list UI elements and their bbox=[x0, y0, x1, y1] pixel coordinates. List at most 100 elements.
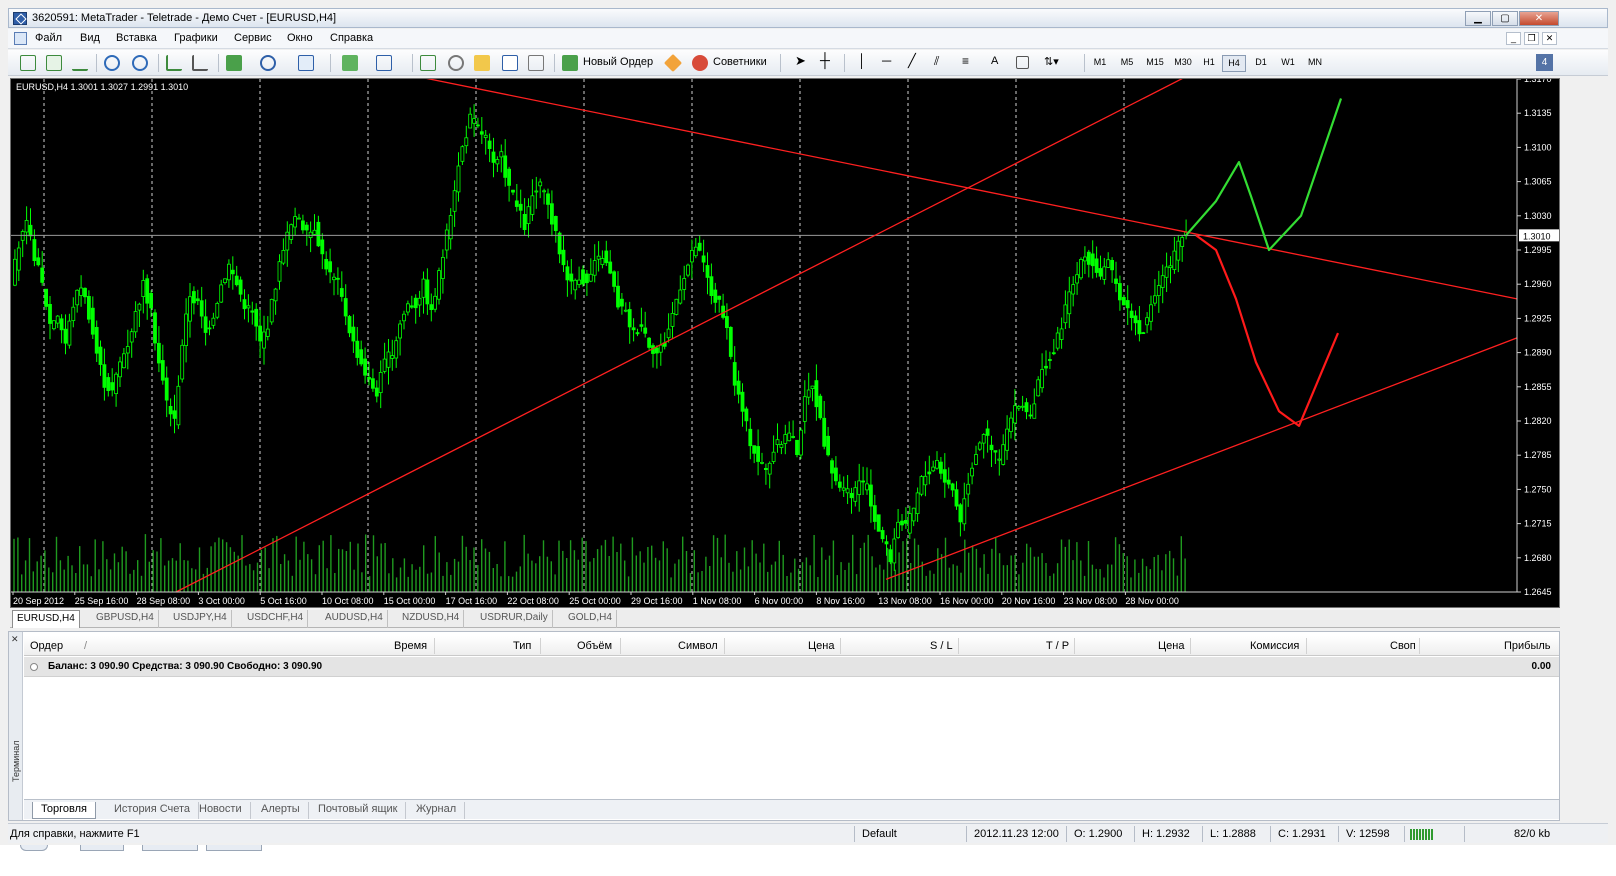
data-window-icon[interactable] bbox=[448, 55, 464, 71]
taskbar-app-button[interactable] bbox=[80, 845, 124, 851]
balance-row[interactable]: Баланс: 3 090.90 Средства: 3 090.90 Своб… bbox=[24, 657, 1559, 677]
chart-tab-eurusd[interactable]: EURUSD,H4 bbox=[12, 610, 80, 628]
tab-journal[interactable]: Журнал bbox=[408, 802, 466, 819]
chart-window[interactable]: 1.3170 1.3135 1.3100 1.3065 1.3030 1.2995 1.29… bbox=[10, 78, 1560, 608]
new-order-button[interactable]: Новый Ордер bbox=[583, 56, 653, 68]
strategy-tester-icon[interactable] bbox=[528, 55, 544, 71]
col-time[interactable]: Время bbox=[394, 640, 427, 652]
new-order-icon[interactable] bbox=[562, 55, 578, 71]
experts-button[interactable]: Советники bbox=[713, 56, 767, 68]
experts-icon[interactable] bbox=[692, 55, 708, 71]
candle-body bbox=[1051, 352, 1056, 355]
vertical-line-icon[interactable]: │ bbox=[858, 53, 866, 68]
col-symbol[interactable]: Символ bbox=[678, 640, 718, 652]
menu-file[interactable]: Файл bbox=[35, 32, 62, 44]
tab-account-history[interactable]: История Счета bbox=[106, 802, 200, 819]
text-tool-icon[interactable]: A bbox=[991, 55, 998, 67]
channel-icon[interactable]: ⫽ bbox=[934, 54, 939, 69]
notifications-button[interactable]: 4 bbox=[1536, 54, 1553, 71]
timeframe-h1[interactable]: H1 bbox=[1198, 55, 1220, 72]
col-profit[interactable]: Прибыль bbox=[1504, 640, 1551, 652]
crosshair-icon[interactable]: ┼ bbox=[820, 52, 830, 68]
menu-charts[interactable]: Графики bbox=[174, 32, 218, 44]
candlestick-icon[interactable] bbox=[46, 55, 62, 71]
timeframe-mn[interactable]: MN bbox=[1303, 55, 1327, 72]
candle-body bbox=[164, 377, 169, 401]
horizontal-line-icon[interactable]: ─ bbox=[882, 53, 891, 68]
tab-news[interactable]: Новости bbox=[191, 802, 251, 819]
menu-view[interactable]: Вид bbox=[80, 32, 100, 44]
mdi-close-button[interactable]: ✕ bbox=[1542, 32, 1557, 45]
candle-body bbox=[328, 261, 333, 273]
menu-window[interactable]: Окно bbox=[287, 32, 313, 44]
chart-tab-audusd[interactable]: AUDUSD,H4 bbox=[321, 610, 388, 628]
bar-chart-icon[interactable] bbox=[20, 55, 36, 71]
line-chart-icon[interactable] bbox=[72, 55, 88, 71]
col-price[interactable]: Цена bbox=[808, 640, 834, 652]
price-tick-label: 1.3170 bbox=[1524, 79, 1552, 84]
mdi-restore-button[interactable]: ❐ bbox=[1524, 32, 1539, 45]
taskbar-app-button[interactable] bbox=[206, 845, 262, 851]
zoom-in-icon[interactable] bbox=[104, 55, 120, 71]
chart-shift-icon[interactable] bbox=[192, 55, 208, 71]
templates-icon[interactable] bbox=[298, 55, 314, 71]
col-order[interactable]: Ордер bbox=[30, 640, 63, 652]
taskbar-app-button[interactable] bbox=[142, 845, 198, 851]
timeframe-m1[interactable]: M1 bbox=[1088, 55, 1112, 72]
chart-tab-usdjpy[interactable]: USDJPY,H4 bbox=[169, 610, 232, 628]
status-profile[interactable]: Default bbox=[862, 828, 897, 840]
market-watch-icon[interactable] bbox=[420, 55, 436, 71]
chart-tab-gbpusd[interactable]: GBPUSD,H4 bbox=[92, 610, 159, 628]
col-sl[interactable]: S / L bbox=[930, 640, 953, 652]
fibonacci-icon[interactable]: ≡ bbox=[962, 54, 969, 68]
timeframe-m15[interactable]: M15 bbox=[1142, 55, 1168, 72]
menu-insert[interactable]: Вставка bbox=[116, 32, 157, 44]
close-button[interactable]: ✕ bbox=[1519, 11, 1559, 26]
chart-tab-usdrur[interactable]: USDRUR,Daily bbox=[476, 610, 553, 628]
chart-tab-nzdusd[interactable]: NZDUSD,H4 bbox=[398, 610, 465, 628]
tab-trade[interactable]: Торговля bbox=[32, 802, 96, 819]
periods-clock-icon[interactable] bbox=[260, 55, 276, 71]
col-swap[interactable]: Своп bbox=[1390, 640, 1416, 652]
price-chart[interactable]: 1.3170 1.3135 1.3100 1.3065 1.3030 1.2995 1.29… bbox=[11, 79, 1560, 608]
chart-tab-gold[interactable]: GOLD,H4 bbox=[564, 610, 617, 628]
profiles-icon[interactable] bbox=[376, 55, 392, 71]
col-type[interactable]: Тип bbox=[513, 640, 531, 652]
autoscroll-icon[interactable] bbox=[166, 55, 182, 71]
menu-tools[interactable]: Сервис bbox=[234, 32, 272, 44]
candle-body bbox=[892, 538, 897, 564]
minimize-button[interactable]: ▁ bbox=[1465, 11, 1491, 26]
mdi-minimize-button[interactable]: _ bbox=[1506, 32, 1521, 45]
col-commission[interactable]: Комиссия bbox=[1250, 640, 1299, 652]
cursor-arrow-icon[interactable]: ➤ bbox=[795, 53, 806, 69]
navigator-icon[interactable] bbox=[474, 55, 490, 71]
terminal-close-icon[interactable]: ✕ bbox=[11, 634, 19, 645]
col-tp[interactable]: T / P bbox=[1046, 640, 1069, 652]
timeframe-m30[interactable]: M30 bbox=[1170, 55, 1196, 72]
terminal-icon[interactable] bbox=[502, 55, 518, 71]
chart-tab-usdchf[interactable]: USDCHF,H4 bbox=[243, 610, 309, 628]
col-price-current[interactable]: Цена bbox=[1158, 640, 1184, 652]
candle-body bbox=[390, 355, 395, 359]
text-label-icon[interactable] bbox=[1016, 56, 1029, 69]
candle-body bbox=[1133, 315, 1138, 324]
tab-alerts[interactable]: Алерты bbox=[253, 802, 309, 819]
metaeditor-icon[interactable] bbox=[663, 53, 683, 73]
new-chart-icon[interactable] bbox=[342, 55, 358, 71]
maximize-button[interactable]: ▢ bbox=[1492, 11, 1518, 26]
start-button[interactable] bbox=[20, 845, 48, 851]
timeframe-d1[interactable]: D1 bbox=[1250, 55, 1272, 72]
chart-tabs: EURUSD,H4 GBPUSD,H4 USDJPY,H4 USDCHF,H4 … bbox=[10, 610, 1560, 628]
tab-mailbox[interactable]: Почтовый ящик bbox=[310, 802, 407, 819]
zoom-out-icon[interactable] bbox=[132, 55, 148, 71]
col-volume[interactable]: Объём bbox=[577, 640, 612, 652]
document-icon[interactable] bbox=[14, 32, 27, 45]
timeframe-w1[interactable]: W1 bbox=[1276, 55, 1300, 72]
arrows-icon[interactable]: ⇅▾ bbox=[1044, 55, 1059, 68]
timeframe-h4[interactable]: H4 bbox=[1222, 55, 1246, 72]
menu-help[interactable]: Справка bbox=[330, 32, 373, 44]
timeframe-m5[interactable]: M5 bbox=[1115, 55, 1139, 72]
trendline-icon[interactable]: ╱ bbox=[908, 53, 916, 69]
candle-body bbox=[246, 305, 251, 309]
indicators-icon[interactable] bbox=[226, 55, 242, 71]
